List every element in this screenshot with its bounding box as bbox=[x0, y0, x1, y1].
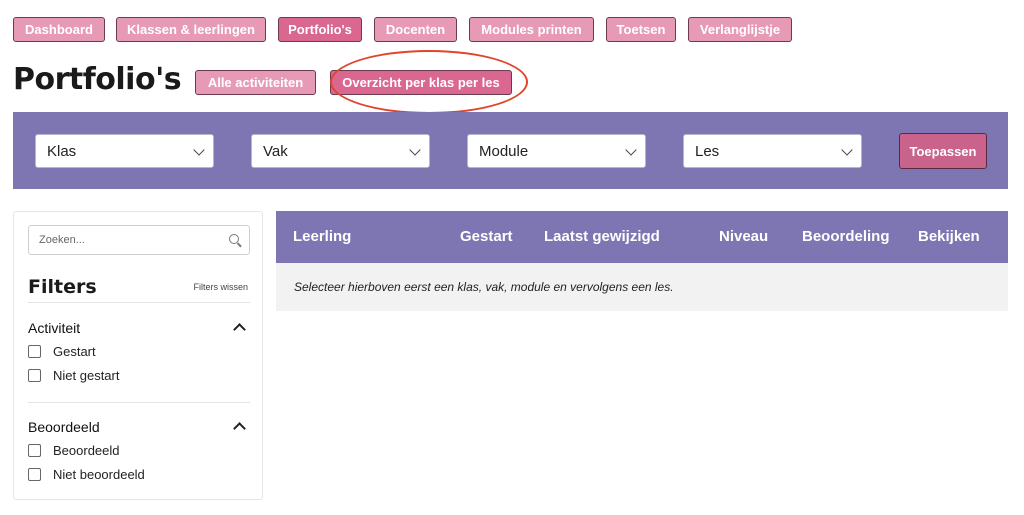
empty-state-message: Selecteer hierboven eerst een klas, vak,… bbox=[294, 280, 674, 294]
nav-verlanglijstje[interactable]: Verlanglijstje bbox=[688, 17, 792, 42]
apply-button[interactable]: Toepassen bbox=[899, 133, 987, 169]
checkbox-label: Beoordeeld bbox=[53, 443, 120, 458]
divider bbox=[28, 302, 250, 303]
checkbox-box[interactable] bbox=[28, 345, 41, 358]
chevron-up-icon[interactable] bbox=[233, 422, 246, 435]
column-laatst-gewijzigd[interactable]: Laatst gewijzigd bbox=[544, 228, 660, 245]
vak-select-value: Vak bbox=[263, 142, 288, 160]
divider bbox=[28, 402, 250, 403]
clear-filters-link[interactable]: Filters wissen bbox=[193, 282, 248, 292]
nav-portfolios[interactable]: Portfolio's bbox=[278, 17, 362, 42]
checkbox-box[interactable] bbox=[28, 468, 41, 481]
filters-title: Filters bbox=[28, 276, 97, 298]
klas-select-value: Klas bbox=[47, 142, 77, 160]
module-select[interactable]: Module bbox=[467, 134, 646, 168]
nav-dashboard[interactable]: Dashboard bbox=[13, 17, 105, 42]
column-niveau[interactable]: Niveau bbox=[719, 228, 768, 245]
checkbox-label: Niet gestart bbox=[53, 368, 120, 383]
column-gestart[interactable]: Gestart bbox=[460, 228, 513, 245]
checkbox-gestart[interactable]: Gestart bbox=[28, 344, 96, 359]
les-select[interactable]: Les bbox=[683, 134, 862, 168]
column-beoordeling[interactable]: Beoordeling bbox=[802, 228, 890, 245]
subnav-alle-activiteiten[interactable]: Alle activiteiten bbox=[195, 70, 316, 95]
vak-select[interactable]: Vak bbox=[251, 134, 430, 168]
group-title-beoordeeld[interactable]: Beoordeeld bbox=[28, 419, 100, 435]
column-leerling[interactable]: Leerling bbox=[293, 228, 351, 245]
checkbox-box[interactable] bbox=[28, 369, 41, 382]
column-bekijken[interactable]: Bekijken bbox=[918, 228, 980, 245]
page-title: Portfolio's bbox=[13, 62, 182, 97]
table-body: Selecteer hierboven eerst een klas, vak,… bbox=[276, 263, 1008, 311]
group-title-activiteit[interactable]: Activiteit bbox=[28, 320, 80, 336]
module-select-value: Module bbox=[479, 142, 529, 160]
filter-sidebar: Zoeken... Filters Filters wissen Activit… bbox=[13, 211, 263, 500]
table-header: Leerling Gestart Laatst gewijzigd Niveau… bbox=[276, 211, 1008, 263]
chevron-down-icon bbox=[193, 144, 205, 156]
search-icon[interactable] bbox=[229, 234, 239, 244]
search-input[interactable]: Zoeken... bbox=[28, 225, 250, 255]
chevron-down-icon bbox=[625, 144, 637, 156]
search-placeholder: Zoeken... bbox=[39, 234, 85, 246]
chevron-down-icon bbox=[409, 144, 421, 156]
checkbox-label: Gestart bbox=[53, 344, 96, 359]
klas-select[interactable]: Klas bbox=[35, 134, 214, 168]
nav-modules-printen[interactable]: Modules printen bbox=[469, 17, 594, 42]
chevron-up-icon[interactable] bbox=[233, 323, 246, 336]
checkbox-niet-beoordeeld[interactable]: Niet beoordeeld bbox=[28, 467, 145, 482]
checkbox-niet-gestart[interactable]: Niet gestart bbox=[28, 368, 119, 383]
nav-klassen-leerlingen[interactable]: Klassen & leerlingen bbox=[116, 17, 266, 42]
filter-bar: Klas Vak Module Les Toepassen bbox=[13, 112, 1008, 189]
checkbox-box[interactable] bbox=[28, 444, 41, 457]
les-select-value: Les bbox=[695, 142, 720, 160]
nav-docenten[interactable]: Docenten bbox=[374, 17, 457, 42]
nav-toetsen[interactable]: Toetsen bbox=[606, 17, 676, 42]
chevron-down-icon bbox=[841, 144, 853, 156]
subnav-overzicht-per-klas[interactable]: Overzicht per klas per les bbox=[330, 70, 512, 95]
checkbox-label: Niet beoordeeld bbox=[53, 467, 145, 482]
checkbox-beoordeeld[interactable]: Beoordeeld bbox=[28, 443, 120, 458]
